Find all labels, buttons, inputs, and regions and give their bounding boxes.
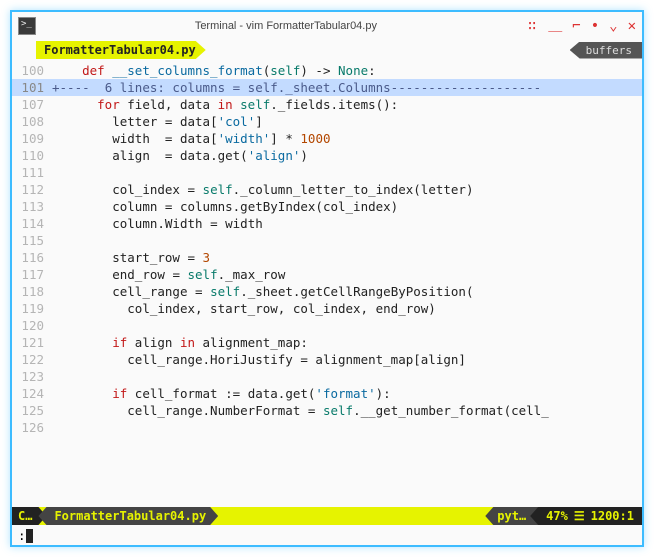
code-line: 111 bbox=[12, 164, 642, 181]
code-line: 118 cell_range = self._sheet.getCellRang… bbox=[12, 283, 642, 300]
status-line: 1200:1 bbox=[591, 509, 634, 523]
buffer-tabbar: FormatterTabular04.py buffers bbox=[12, 40, 642, 60]
terminal-icon bbox=[18, 17, 36, 35]
code-line: 108 letter = data['col'] bbox=[12, 113, 642, 130]
folded-region: 101+---- 6 lines: columns = self._sheet.… bbox=[12, 79, 642, 96]
active-buffer-tab[interactable]: FormatterTabular04.py bbox=[36, 41, 206, 59]
close-icon[interactable]: ✕ bbox=[628, 19, 636, 33]
minimize-icon[interactable]: ＿ bbox=[548, 19, 562, 33]
line-number: 101 bbox=[12, 79, 52, 96]
window-controls: ∷ ＿ ⌐ • ⌄ ✕ bbox=[528, 19, 636, 33]
code-line: 126 bbox=[12, 419, 642, 436]
menu-dots-icon[interactable]: ∷ bbox=[528, 19, 538, 33]
code-line: 116 start_row = 3 bbox=[12, 249, 642, 266]
code-line: 112 col_index = self._column_letter_to_i… bbox=[12, 181, 642, 198]
line-number: 100 bbox=[12, 62, 52, 79]
hamburger-icon: ☰ bbox=[574, 509, 585, 523]
statusbar: C… FormatterTabular04.py pyt… 47% ☰ 1200… bbox=[12, 507, 642, 525]
status-filename: FormatterTabular04.py bbox=[38, 507, 218, 525]
buffers-label[interactable]: buffers bbox=[570, 42, 642, 59]
cursor bbox=[26, 529, 33, 543]
dropdown-icon[interactable]: ⌄ bbox=[609, 19, 617, 33]
restore-icon[interactable]: • bbox=[591, 19, 599, 33]
code-line: 115 bbox=[12, 232, 642, 249]
command-line[interactable]: : bbox=[18, 528, 33, 543]
code-line: 113 column = columns.getByIndex(col_inde… bbox=[12, 198, 642, 215]
status-position: 47% ☰ 1200:1 bbox=[530, 507, 642, 525]
code-line: 109 width = data['width'] * 1000 bbox=[12, 130, 642, 147]
cmd-prompt: : bbox=[18, 528, 26, 543]
code-line: 122 cell_range.HoriJustify = alignment_m… bbox=[12, 351, 642, 368]
code-line: 110 align = data.get('align') bbox=[12, 147, 642, 164]
code-line: 124 if cell_format := data.get('format')… bbox=[12, 385, 642, 402]
code-line: 107 for field, data in self._fields.item… bbox=[12, 96, 642, 113]
code-line: 117 end_row = self._max_row bbox=[12, 266, 642, 283]
titlebar: Terminal - vim FormatterTabular04.py ∷ ＿… bbox=[12, 12, 642, 40]
code-editor[interactable]: 100 def __set_columns_format(self) -> No… bbox=[12, 60, 642, 436]
code-line: 121 if align in alignment_map: bbox=[12, 334, 642, 351]
code-line: 119 col_index, start_row, col_index, end… bbox=[12, 300, 642, 317]
window-title: Terminal - vim FormatterTabular04.py bbox=[44, 20, 528, 32]
code-line: 125 cell_range.NumberFormat = self.__get… bbox=[12, 402, 642, 419]
code-line: 114 column.Width = width bbox=[12, 215, 642, 232]
code-line: 100 def __set_columns_format(self) -> No… bbox=[12, 62, 642, 79]
status-percent: 47% bbox=[546, 509, 568, 523]
terminal-window: Terminal - vim FormatterTabular04.py ∷ ＿… bbox=[10, 10, 644, 547]
maximize-icon[interactable]: ⌐ bbox=[572, 19, 580, 33]
code-line: 120 bbox=[12, 317, 642, 334]
code-line: 123 bbox=[12, 368, 642, 385]
